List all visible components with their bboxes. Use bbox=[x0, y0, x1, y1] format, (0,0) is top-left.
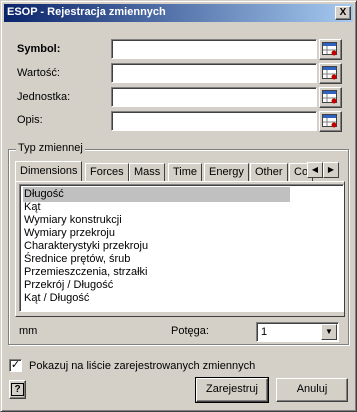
tab-scroll-right-button[interactable]: ▶ bbox=[323, 162, 339, 178]
tab-dimensions[interactable]: Dimensions bbox=[15, 161, 83, 181]
list-item[interactable]: Długość bbox=[23, 187, 290, 202]
value-field[interactable] bbox=[111, 63, 317, 83]
value-picker-button[interactable] bbox=[319, 63, 342, 84]
symbol-picker-button[interactable] bbox=[319, 39, 342, 60]
help-button[interactable]: ? bbox=[9, 380, 26, 399]
window-title: ESOP - Rejestracja zmiennych bbox=[7, 6, 166, 18]
title-bar[interactable]: ESOP - Rejestracja zmiennych X bbox=[4, 4, 353, 22]
dialog-window: ESOP - Rejestracja zmiennych X Symbol: W… bbox=[0, 0, 357, 412]
power-select[interactable]: 1 ▼ bbox=[256, 322, 339, 342]
tab-other[interactable]: Other bbox=[250, 163, 288, 181]
table-picker-icon bbox=[322, 66, 337, 80]
cancel-button[interactable]: Anuluj bbox=[276, 378, 348, 402]
help-icon: ? bbox=[11, 383, 24, 396]
tab-mass[interactable]: Mass bbox=[129, 163, 166, 181]
chevron-down-icon[interactable]: ▼ bbox=[321, 324, 337, 340]
tab-time[interactable]: Time bbox=[168, 163, 203, 181]
description-label: Opis: bbox=[17, 114, 43, 126]
power-select-value: 1 bbox=[261, 326, 268, 338]
tab-scroll-left-button[interactable]: ◀ bbox=[307, 162, 323, 178]
list-item[interactable]: Kąt / Długość bbox=[23, 291, 89, 306]
table-picker-icon bbox=[322, 90, 337, 104]
description-field[interactable] bbox=[111, 111, 317, 131]
symbol-label: Symbol: bbox=[17, 43, 61, 55]
unit-label: Jednostka: bbox=[17, 91, 71, 103]
unit-field[interactable] bbox=[111, 87, 317, 107]
symbol-field[interactable] bbox=[111, 39, 317, 59]
close-button[interactable]: X bbox=[335, 6, 351, 20]
table-picker-icon bbox=[322, 42, 337, 56]
register-button[interactable]: Zarejestruj bbox=[195, 377, 269, 403]
tab-energy[interactable]: Energy bbox=[204, 163, 249, 181]
show-registered-checkbox-label[interactable]: Pokazuj na liście zarejestrowanych zmien… bbox=[29, 360, 255, 372]
variable-type-tabs: Dimensions Forces Mass Time Energy Other… bbox=[15, 161, 345, 181]
description-picker-button[interactable] bbox=[319, 111, 342, 132]
unit-display: mm bbox=[19, 325, 38, 337]
value-label: Wartość: bbox=[17, 67, 60, 79]
variable-type-list[interactable]: Długość Kąt Wymiary konstrukcji Wymiary … bbox=[19, 184, 344, 312]
unit-picker-button[interactable] bbox=[319, 87, 342, 108]
power-label: Potęga: bbox=[171, 325, 209, 337]
show-registered-checkbox[interactable]: ✓ bbox=[9, 359, 22, 372]
variable-type-group-title: Typ zmiennej bbox=[16, 142, 85, 154]
table-picker-icon bbox=[322, 114, 337, 128]
tab-forces[interactable]: Forces bbox=[85, 163, 129, 181]
